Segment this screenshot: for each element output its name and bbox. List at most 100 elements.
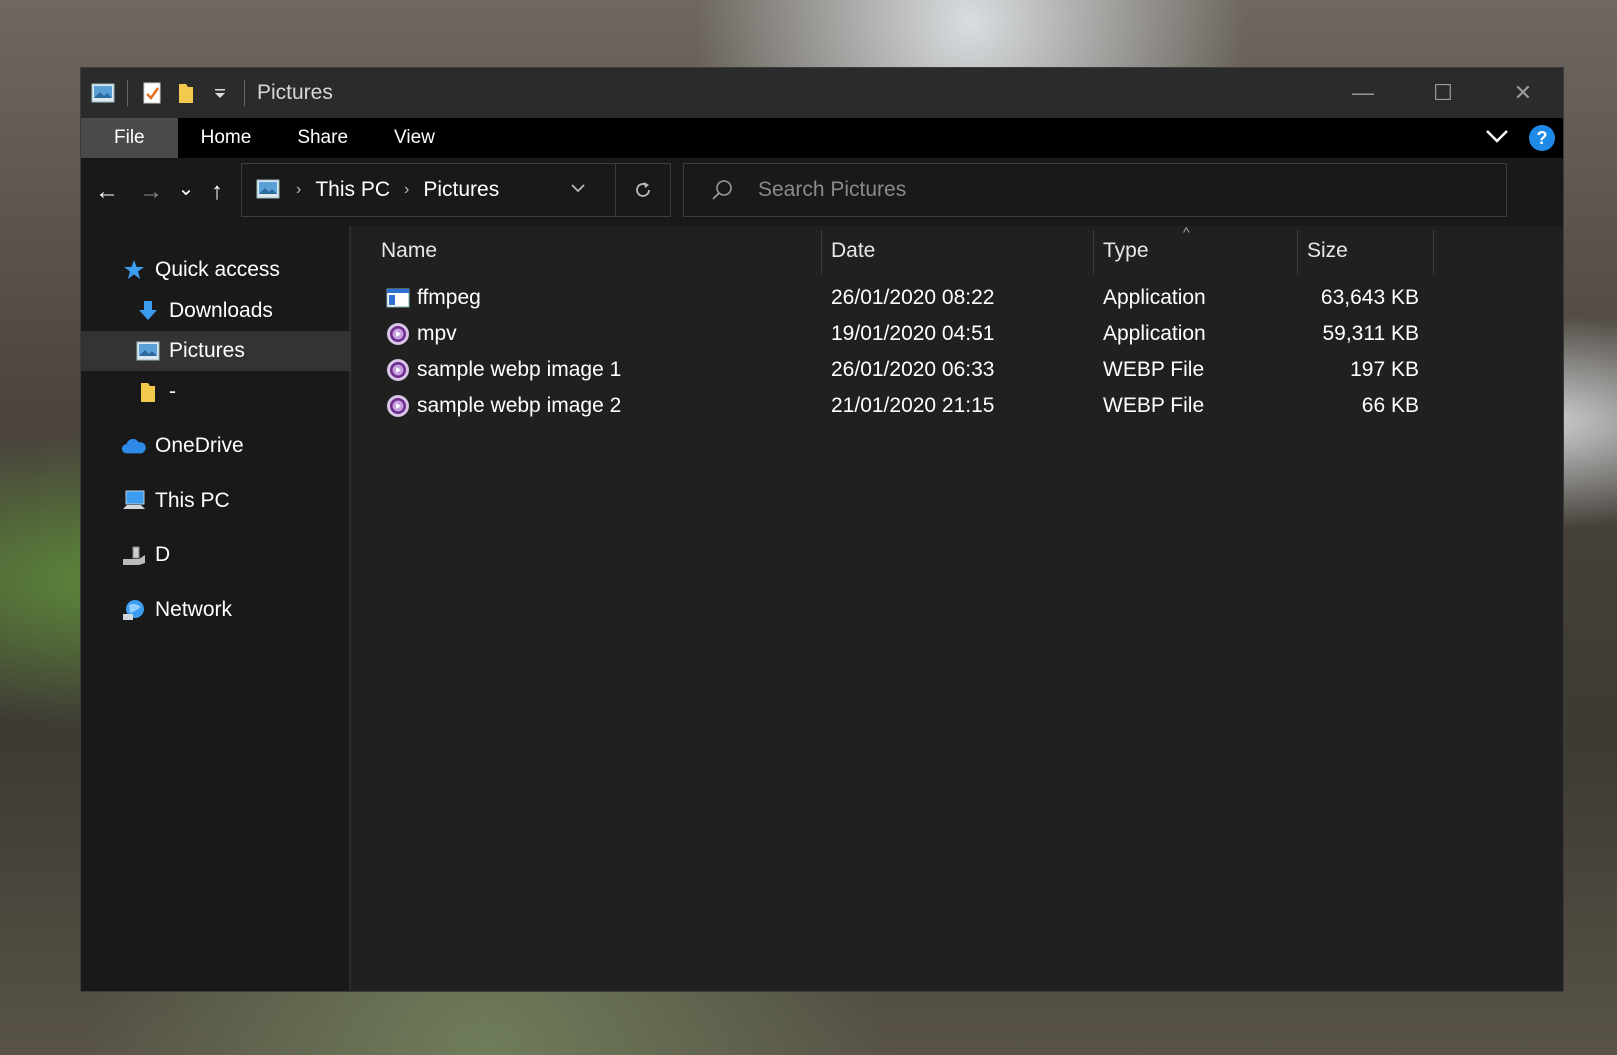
folder-icon [135,379,161,405]
file-explorer-window: Pictures — ☐ ✕ File Home Share View ? ← … [80,67,1564,992]
close-icon: ✕ [1513,80,1533,105]
tab-file[interactable]: File [81,118,178,158]
search-icon [710,178,734,202]
column-header-size[interactable]: Size [1307,226,1427,276]
toolbar-separator [127,80,128,106]
file-list-pane: Name Date ^ Type Size ffmpeg 26/01/2020 … [351,224,1563,991]
file-type: WEBP File [1103,394,1205,417]
chevron-down-icon: ⌄ [177,177,195,200]
recent-locations-button[interactable]: ⌄ [175,168,197,208]
back-button[interactable]: ← [95,172,119,212]
sidebar-item-onedrive[interactable]: OneDrive [81,426,387,466]
back-arrow-icon: ← [95,178,119,205]
column-header-type[interactable]: Type [1103,226,1293,276]
window-controls: — ☐ ✕ [1323,68,1563,118]
properties-icon[interactable] [140,81,164,105]
mpv-player-icon [385,321,411,347]
column-divider[interactable] [1433,230,1434,274]
breadcrumb-chevron-icon: › [296,181,302,198]
tab-view[interactable]: View [371,118,458,158]
up-arrow-icon: ↑ [211,178,223,205]
forward-button[interactable]: → [139,172,163,212]
new-folder-icon[interactable] [174,81,198,105]
maximize-icon: ☐ [1433,80,1453,105]
toolbar-separator [244,80,245,106]
pictures-window-icon [91,81,115,105]
navigation-pane: Quick access Downloads Pictures - OneDri… [81,226,401,991]
table-row[interactable]: mpv 19/01/2020 04:51 Application 59,311 … [381,316,1441,352]
file-name: mpv [417,322,457,345]
sidebar-item-label: Downloads [169,299,273,322]
column-header-label: Name [381,239,438,262]
sidebar-item-label: This PC [155,489,230,512]
window-title: Pictures [257,81,333,104]
sidebar-item-label: D [155,543,171,566]
file-name: ffmpeg [417,286,481,309]
expand-ribbon-chevron-icon[interactable] [1485,128,1509,149]
sidebar-item-d-drive[interactable]: D [81,535,387,575]
sidebar-item-label: Pictures [169,339,245,362]
file-date: 21/01/2020 21:15 [831,394,995,417]
file-type: Application [1103,286,1206,309]
quick-access-toolbar [81,80,257,106]
mpv-player-icon [385,357,411,383]
file-date: 26/01/2020 08:22 [831,286,995,309]
file-date: 19/01/2020 04:51 [831,322,995,345]
application-window-icon [385,285,411,311]
breadcrumb-chevron-icon[interactable]: › [404,181,409,199]
minimize-button[interactable]: — [1323,68,1403,118]
forward-arrow-icon: → [139,178,163,205]
up-button[interactable]: ↑ [205,172,229,212]
pictures-icon [135,338,161,364]
tab-share[interactable]: Share [274,118,371,158]
tab-home[interactable]: Home [178,118,275,158]
address-bar[interactable]: › This PC › Pictures [241,163,671,217]
usb-drive-icon [121,542,147,568]
refresh-button[interactable] [615,164,670,216]
navigation-bar: ← → ⌄ ↑ › This PC › Pictures [81,158,1563,226]
close-button[interactable]: ✕ [1483,68,1563,118]
file-name: sample webp image 1 [417,358,622,381]
table-row[interactable]: sample webp image 1 26/01/2020 06:33 WEB… [381,352,1441,388]
network-icon [121,597,147,623]
sidebar-item-network[interactable]: Network [81,590,387,630]
help-button[interactable]: ? [1529,125,1555,151]
ribbon-right-controls: ? [1485,118,1555,158]
breadcrumb-pictures[interactable]: Pictures [423,178,499,202]
file-size: 66 KB [1361,394,1419,417]
sidebar-item-label: OneDrive [155,434,244,457]
table-row[interactable]: sample webp image 2 21/01/2020 21:15 WEB… [381,388,1441,424]
sidebar-item-quick-access[interactable]: Quick access [81,250,387,290]
cloud-icon [121,433,147,459]
column-divider[interactable] [1093,230,1094,274]
title-bar: Pictures — ☐ ✕ [81,68,1563,118]
mpv-player-icon [385,393,411,419]
maximize-button[interactable]: ☐ [1403,68,1483,118]
sidebar-item-this-pc[interactable]: This PC [81,481,387,521]
pictures-location-icon [256,179,282,201]
sidebar-item-label: Network [155,598,233,621]
column-header-label: Date [831,239,876,262]
breadcrumb-this-pc[interactable]: This PC [315,178,390,202]
sidebar-item-label: - [169,380,176,403]
file-type: WEBP File [1103,358,1205,381]
column-header-date[interactable]: Date [831,226,1081,276]
search-box[interactable] [683,163,1507,217]
file-name: sample webp image 2 [417,394,622,417]
table-row[interactable]: ffmpeg 26/01/2020 08:22 Application 63,6… [381,280,1441,316]
download-arrow-icon [135,298,161,324]
computer-icon [121,488,147,514]
column-divider[interactable] [1297,230,1298,274]
customize-toolbar-dropdown-icon[interactable] [208,81,232,105]
refresh-icon [636,182,650,197]
column-divider[interactable] [821,230,822,274]
file-size: 63,643 KB [1320,286,1419,309]
search-input[interactable] [756,177,1460,203]
column-header-name[interactable]: Name [381,226,809,276]
column-header-label: Size [1307,239,1348,262]
file-date: 26/01/2020 06:33 [831,358,995,381]
star-icon [121,257,147,283]
ribbon-tabs: File Home Share View ? [81,118,1563,158]
address-dropdown-icon[interactable] [570,178,586,199]
column-header-label: Type [1103,239,1149,262]
